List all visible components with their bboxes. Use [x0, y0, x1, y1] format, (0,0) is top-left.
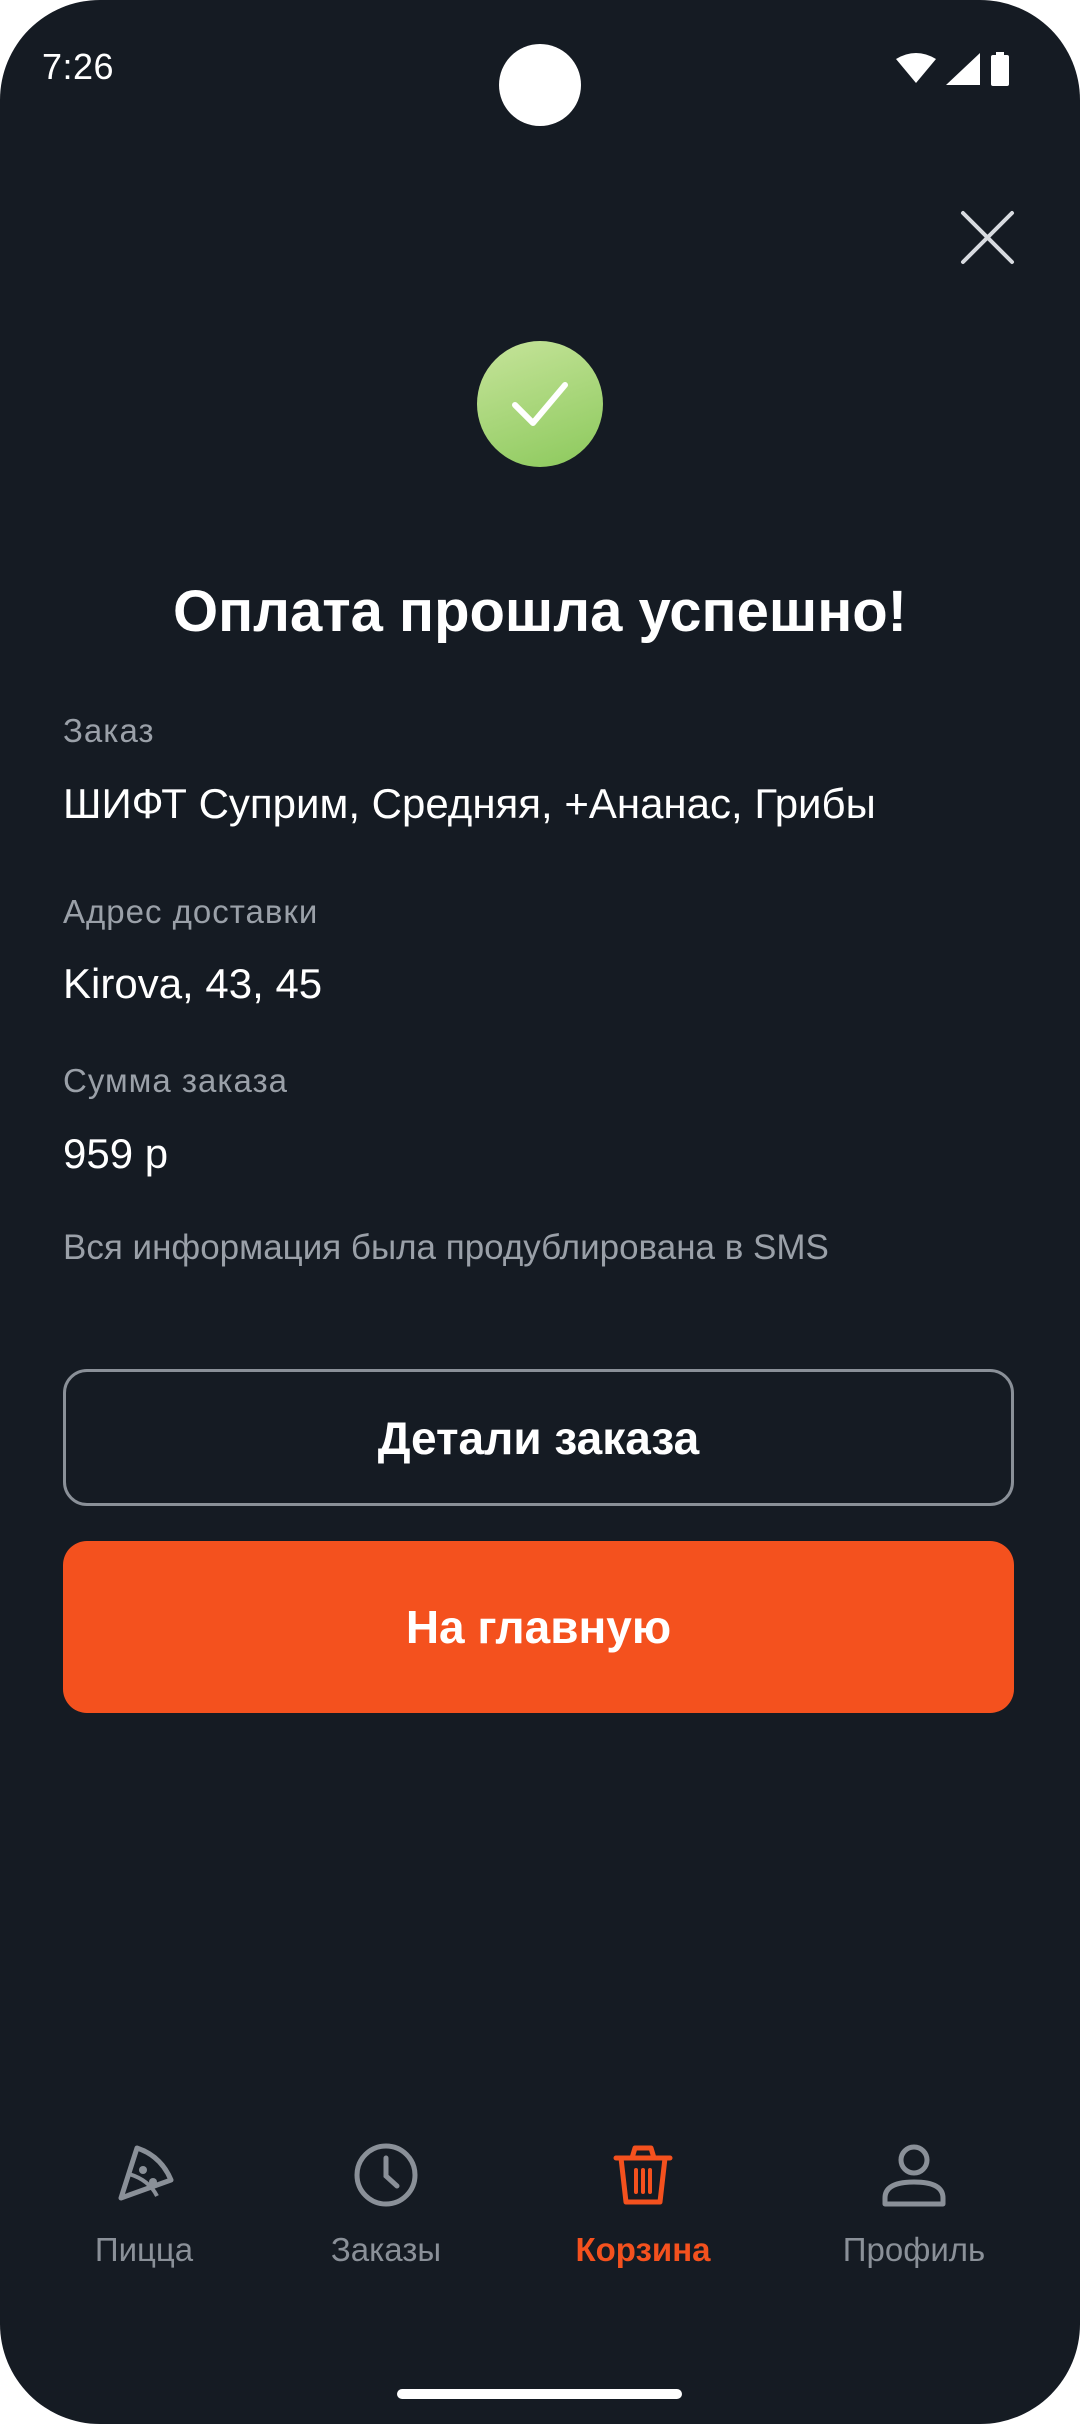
signal-icon: [946, 53, 980, 90]
nav-label-profile: Профиль: [842, 2231, 986, 2268]
pizza-icon: [104, 2135, 184, 2215]
profile-icon: [874, 2135, 954, 2215]
wifi-icon: [896, 53, 936, 90]
close-button[interactable]: [955, 205, 1020, 270]
go-home-button[interactable]: На главную: [63, 1541, 1014, 1713]
nav-label-pizza: Пицца: [94, 2231, 194, 2268]
camera-cutout: [499, 44, 581, 126]
status-icons: [896, 52, 1010, 91]
sms-note: Вся информация была продублирована в SMS: [63, 1228, 829, 1267]
page-title: Оплата прошла успешно!: [173, 579, 907, 644]
home-indicator[interactable]: [397, 2389, 682, 2399]
battery-icon: [990, 52, 1010, 91]
nav-item-cart[interactable]: Корзина: [533, 2135, 753, 2285]
address-label: Адрес доставки: [63, 893, 319, 930]
address-value: Kirova, 43, 45: [63, 960, 323, 1007]
basket-icon: [603, 2135, 683, 2215]
nav-label-cart: Корзина: [575, 2231, 711, 2268]
nav-item-pizza[interactable]: Пицца: [34, 2135, 254, 2285]
status-time: 7:26: [42, 46, 115, 87]
sum-label: Сумма заказа: [63, 1062, 288, 1099]
sum-value: 959 р: [63, 1130, 169, 1177]
order-label: Заказ: [63, 712, 155, 749]
order-value: ШИФТ Суприм, Средняя, +Ананас, Грибы: [63, 780, 876, 827]
close-icon: [961, 211, 1014, 264]
order-details-button[interactable]: Детали заказа: [63, 1369, 1014, 1506]
check-icon: [512, 382, 568, 426]
clock-icon: [346, 2135, 426, 2215]
app-screen: 7:26 Оплата прошла успешно! Заказ ШИФТ С…: [0, 0, 1080, 2424]
nav-item-orders[interactable]: Заказы: [276, 2135, 496, 2285]
nav-item-profile[interactable]: Профиль: [804, 2135, 1024, 2285]
success-badge: [477, 341, 603, 467]
nav-label-orders: Заказы: [330, 2231, 442, 2268]
